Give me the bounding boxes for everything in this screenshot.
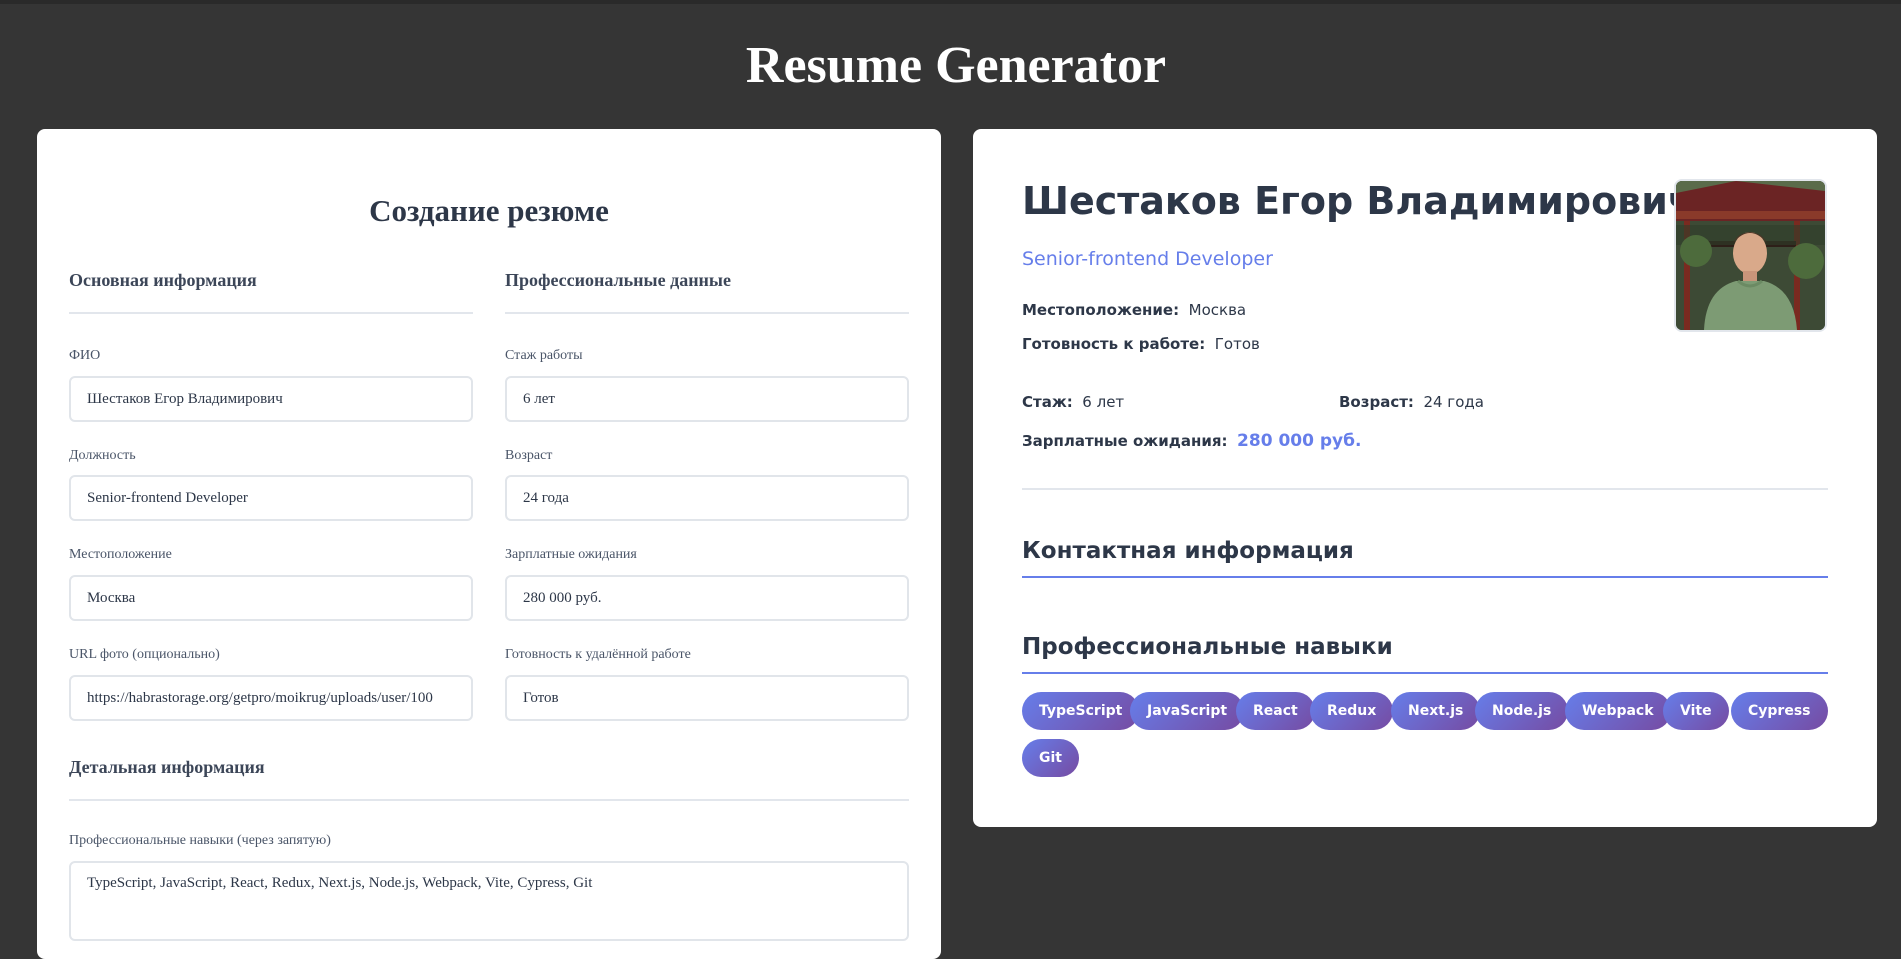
preview-age-label: Возраст:	[1339, 393, 1414, 411]
preview-role: Senior-frontend Developer	[1022, 248, 1273, 270]
skill-tag: Vite	[1663, 692, 1729, 730]
skills-section-title: Профессиональные навыки	[1022, 628, 1828, 674]
app-title: Resume Generator	[745, 37, 1167, 94]
preview-readiness-label: Готовность к работе:	[1022, 335, 1206, 353]
preview-age-value: 24 года	[1423, 393, 1484, 411]
profile-photo	[1674, 179, 1827, 332]
preview-readiness-value: Готов	[1214, 335, 1260, 353]
preview-name: Шестаков Егор Владимирович	[1022, 179, 1694, 223]
skill-tag: React	[1236, 692, 1315, 730]
skill-tag: Node.js	[1475, 692, 1569, 730]
preview-salary-value: 280 000 руб.	[1237, 431, 1362, 451]
remote-input[interactable]	[505, 675, 909, 721]
preview-experience-value: 6 лет	[1082, 393, 1125, 411]
top-border	[0, 0, 1901, 4]
salary-input[interactable]	[505, 575, 909, 621]
skill-tag: JavaScript	[1130, 692, 1245, 730]
preview-location-row: Местоположение: Москва	[1022, 299, 1246, 321]
preview-experience-row: Стаж: 6 лет	[1022, 391, 1124, 413]
section-professional-data: Профессиональные данные	[505, 268, 909, 314]
remote-label: Готовность к удалённой работе	[505, 647, 691, 662]
skills-label: Профессиональные навыки (через запятую)	[69, 833, 331, 848]
preview-age-row: Возраст: 24 года	[1339, 391, 1484, 413]
position-input[interactable]	[69, 475, 473, 521]
preview-salary-row: Зарплатные ожидания: 280 000 руб.	[1022, 430, 1361, 452]
skill-tag: TypeScript	[1022, 692, 1140, 730]
contacts-section-title: Контактная информация	[1022, 532, 1828, 578]
skill-tag: Redux	[1310, 692, 1394, 730]
location-input[interactable]	[69, 575, 473, 621]
resume-preview-card: Шестаков Егор Владимирович Senior-fronte…	[973, 129, 1877, 827]
profile-photo-image	[1676, 181, 1825, 330]
skill-tag: Git	[1022, 739, 1079, 777]
photo-url-label: URL фото (опционально)	[69, 647, 220, 662]
salary-label: Зарплатные ожидания	[505, 547, 637, 562]
preview-location-value: Москва	[1188, 301, 1247, 319]
preview-salary-label: Зарплатные ожидания:	[1022, 432, 1228, 450]
age-label: Возраст	[505, 448, 553, 463]
location-label: Местоположение	[69, 547, 172, 562]
form-title: Создание резюме	[369, 193, 609, 228]
position-label: Должность	[69, 448, 136, 463]
preview-readiness-row: Готовность к работе: Готов	[1022, 333, 1260, 355]
experience-label: Стаж работы	[505, 348, 583, 363]
fio-label: ФИО	[69, 348, 101, 363]
section-detailed-info: Детальная информация	[69, 755, 909, 801]
photo-url-input[interactable]	[69, 675, 473, 721]
preview-experience-label: Стаж:	[1022, 393, 1073, 411]
resume-form-card: Создание резюме Основная информация Проф…	[37, 129, 941, 959]
age-input[interactable]	[505, 475, 909, 521]
experience-input[interactable]	[505, 376, 909, 422]
section-basic-info: Основная информация	[69, 268, 473, 314]
skills-textarea[interactable]: TypeScript, JavaScript, React, Redux, Ne…	[69, 861, 909, 941]
preview-divider	[1022, 488, 1828, 490]
skill-tag: Cypress	[1731, 692, 1828, 730]
fio-input[interactable]	[69, 376, 473, 422]
preview-location-label: Местоположение:	[1022, 301, 1180, 319]
skill-tag: Webpack	[1565, 692, 1671, 730]
skill-tag: Next.js	[1391, 692, 1481, 730]
